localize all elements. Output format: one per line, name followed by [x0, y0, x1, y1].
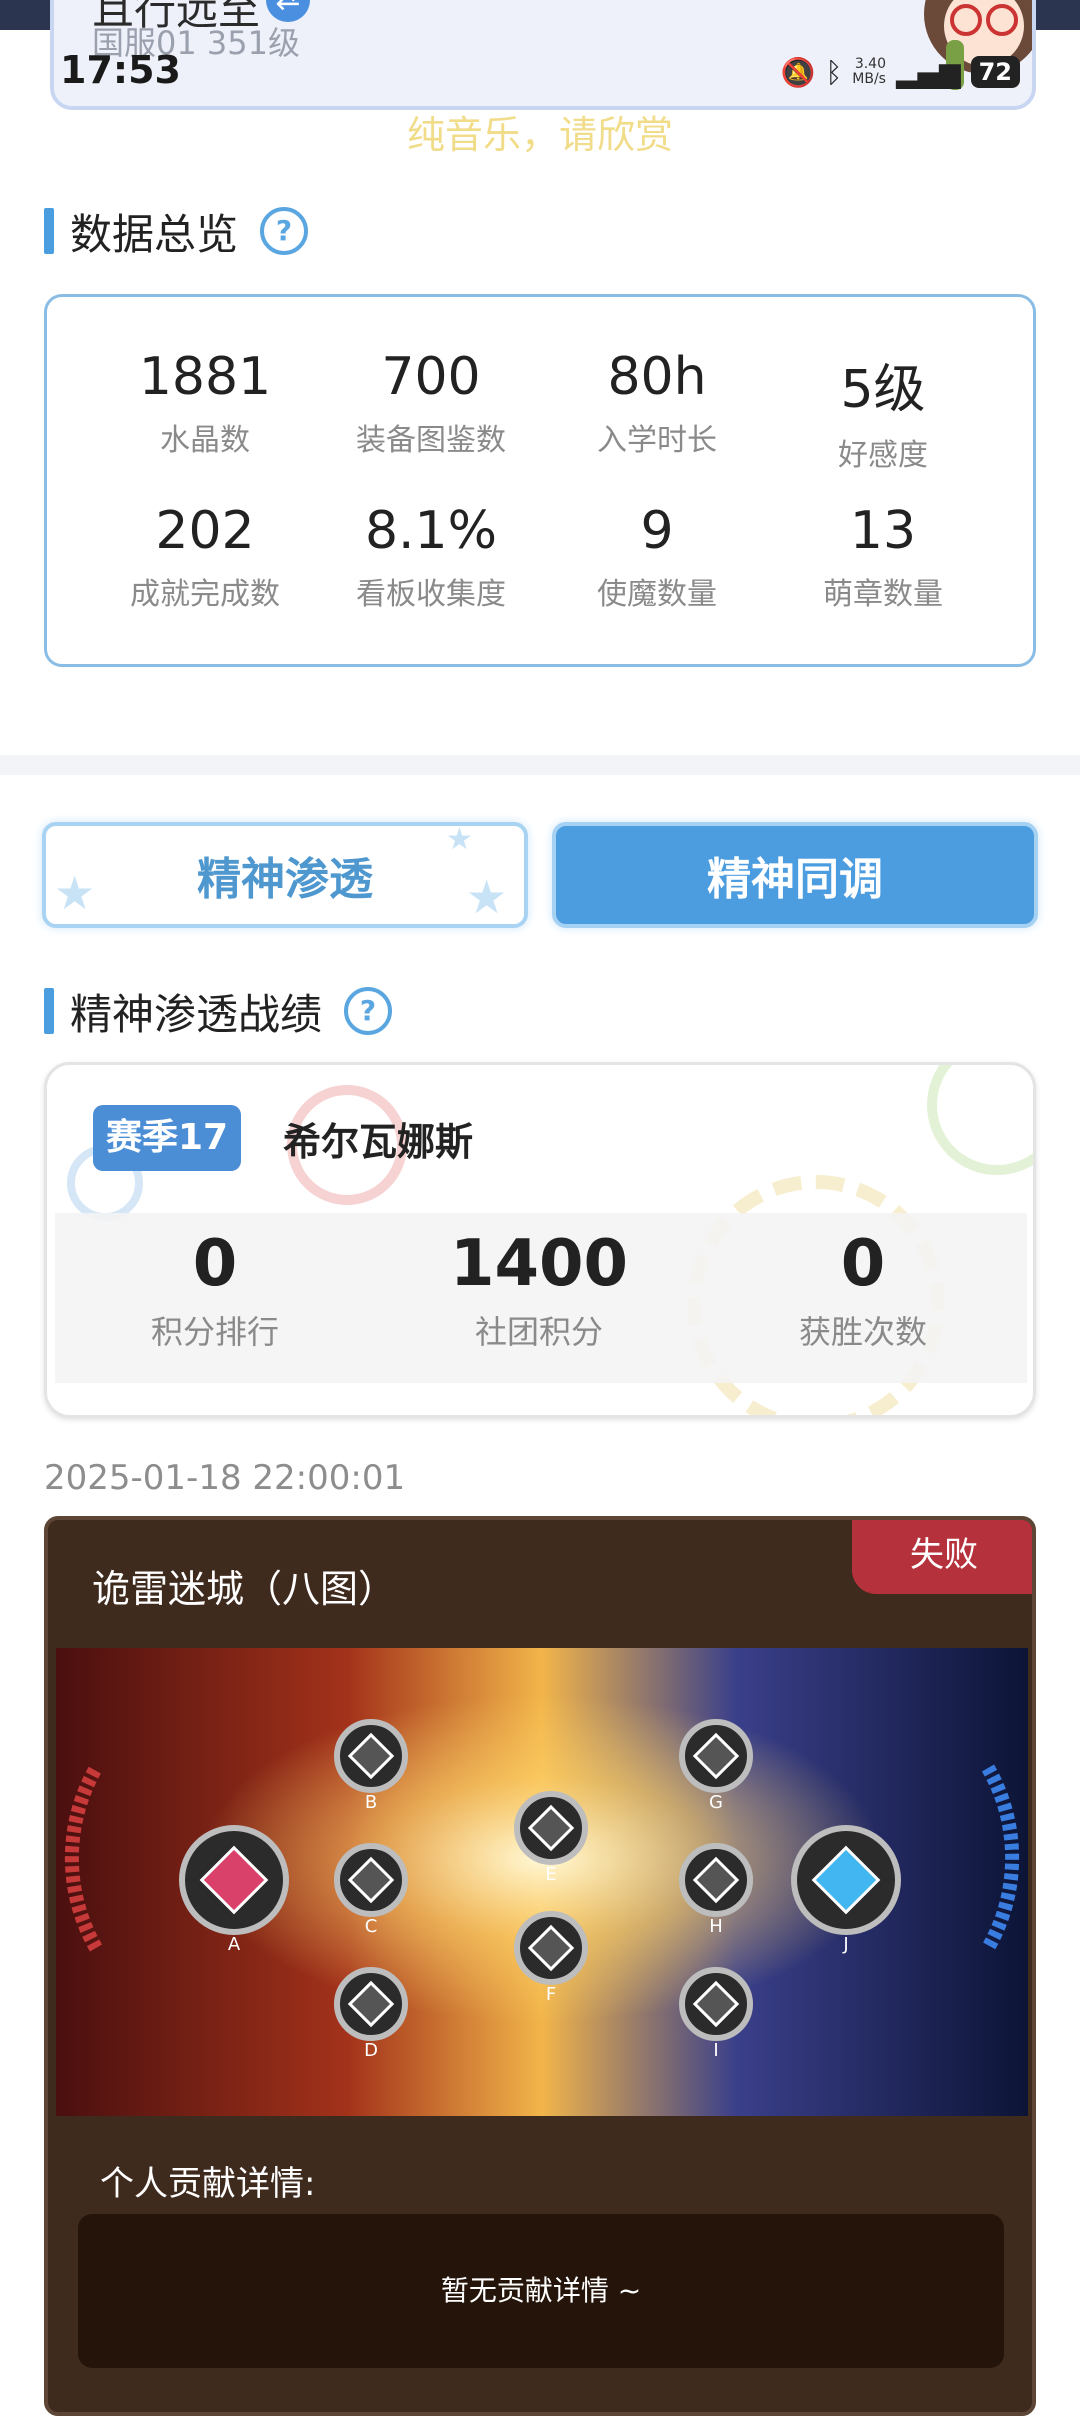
section-bar	[44, 208, 54, 254]
stat-value: 1881	[138, 347, 272, 407]
banner-text: 纯音乐，请欣赏	[406, 113, 673, 157]
map-node-label: C	[365, 1916, 378, 1937]
stat-equipment: 700 装备图鉴数	[311, 347, 551, 459]
star-decoration: ★	[446, 822, 473, 857]
stat-label: 装备图鉴数	[356, 423, 506, 458]
season-name: 希尔瓦娜斯	[283, 1120, 474, 1164]
stat-wins: 0 获胜次数	[703, 1227, 1023, 1353]
map-node-label: H	[709, 1916, 723, 1937]
map-node-label: G	[709, 1792, 723, 1813]
stat-value: 202	[155, 501, 255, 561]
stat-label: 社团积分	[474, 1313, 603, 1351]
season-badge: 赛季17	[93, 1105, 241, 1171]
battle-datetime: 2025-01-18 22:00:01	[44, 1458, 406, 1498]
map-node-label: F	[546, 1984, 556, 2005]
stat-rank: 0 积分排行	[55, 1227, 375, 1353]
battle-map: A B C D E F G H I J	[56, 1648, 1028, 2116]
overview-header: 数据总览 ?	[44, 206, 309, 259]
map-node-label: D	[364, 2040, 378, 2061]
tab-mental-infiltration[interactable]: ★ ★ ★ 精神渗透	[42, 822, 528, 928]
stat-label: 入学时长	[597, 423, 717, 458]
stat-value: 0	[192, 1227, 238, 1301]
section-bar	[44, 988, 54, 1034]
record-title: 精神渗透战绩	[70, 989, 323, 1039]
record-header: 精神渗透战绩 ?	[44, 986, 393, 1039]
contrib-empty: 暂无贡献详情 ~	[78, 2214, 1004, 2368]
stat-play-time: 80h 入学时长	[537, 347, 777, 459]
overview-card: 1881 水晶数 700 装备图鉴数 80h 入学时长 5级 好感度 202 成…	[44, 294, 1036, 667]
stat-label: 萌章数量	[823, 577, 943, 612]
stat-label: 看板收集度	[356, 577, 506, 612]
stat-badges: 13 萌章数量	[763, 501, 1003, 613]
tab-label: 精神渗透	[197, 854, 373, 905]
stat-value: 0	[840, 1227, 886, 1301]
decor-circle	[927, 1065, 1033, 1175]
map-node-label: A	[228, 1934, 241, 1955]
battle-card[interactable]: 诡雷迷城（八图） 失败 A B C D E F G H I J 个人贡献详情: 暂无贡献详情 ~	[44, 1516, 1036, 2416]
stat-value: 9	[640, 501, 674, 561]
stat-label: 好感度	[838, 438, 928, 473]
stat-value: 8.1%	[364, 501, 498, 561]
stat-label: 成就完成数	[130, 577, 280, 612]
stat-affection: 5级 好感度	[763, 347, 1003, 474]
stat-crystals: 1881 水晶数	[85, 347, 325, 459]
season-card: 赛季17 希尔瓦娜斯 0 积分排行 1400 社团积分 0 获胜次数	[44, 1062, 1036, 1418]
stat-value: 13	[849, 501, 917, 561]
mute-icon: 🔕	[780, 55, 816, 89]
bluetooth-icon: ᛒ	[825, 55, 843, 89]
overview-title: 数据总览	[70, 209, 239, 259]
stat-board-collection: 8.1% 看板收集度	[311, 501, 551, 613]
stat-value: 1400	[449, 1227, 629, 1301]
help-icon[interactable]: ?	[344, 987, 393, 1035]
contrib-label: 个人贡献详情:	[100, 2164, 316, 2204]
stat-label: 获胜次数	[798, 1313, 927, 1351]
season-stats: 0 积分排行 1400 社团积分 0 获胜次数	[55, 1213, 1027, 1383]
star-decoration: ★	[466, 870, 508, 924]
help-icon[interactable]: ?	[260, 207, 309, 255]
stat-value: 700	[381, 347, 481, 407]
net-speed: 3.40 MB/s	[852, 56, 886, 87]
stat-achievements: 202 成就完成数	[85, 501, 325, 613]
map-name: 诡雷迷城（八图）	[92, 1567, 397, 1611]
signal-icon: ▂▄▆	[895, 55, 961, 89]
star-decoration: ★	[54, 866, 96, 920]
stat-label: 积分排行	[150, 1313, 279, 1351]
tab-mental-sync[interactable]: 精神同调	[552, 822, 1038, 928]
status-icons: 🔕 ᛒ 3.40 MB/s ▂▄▆ 72	[781, 50, 1020, 94]
stat-value: 80h	[607, 347, 707, 407]
map-node-label: E	[545, 1864, 556, 1885]
result-badge: 失败	[852, 1520, 1032, 1594]
map-node-label: I	[713, 2040, 718, 2061]
stat-familiars: 9 使魔数量	[537, 501, 777, 613]
stat-club-points: 1400 社团积分	[379, 1227, 699, 1353]
stat-label: 水晶数	[160, 423, 250, 458]
status-time: 17:53	[60, 48, 181, 92]
tab-label: 精神同调	[707, 854, 883, 905]
section-divider	[0, 755, 1080, 775]
stat-value: 5级	[840, 360, 926, 420]
battery-indicator: 72	[970, 56, 1020, 88]
map-node-label: J	[842, 1934, 848, 1955]
map-node-label: B	[365, 1792, 377, 1813]
stat-label: 使魔数量	[597, 577, 717, 612]
